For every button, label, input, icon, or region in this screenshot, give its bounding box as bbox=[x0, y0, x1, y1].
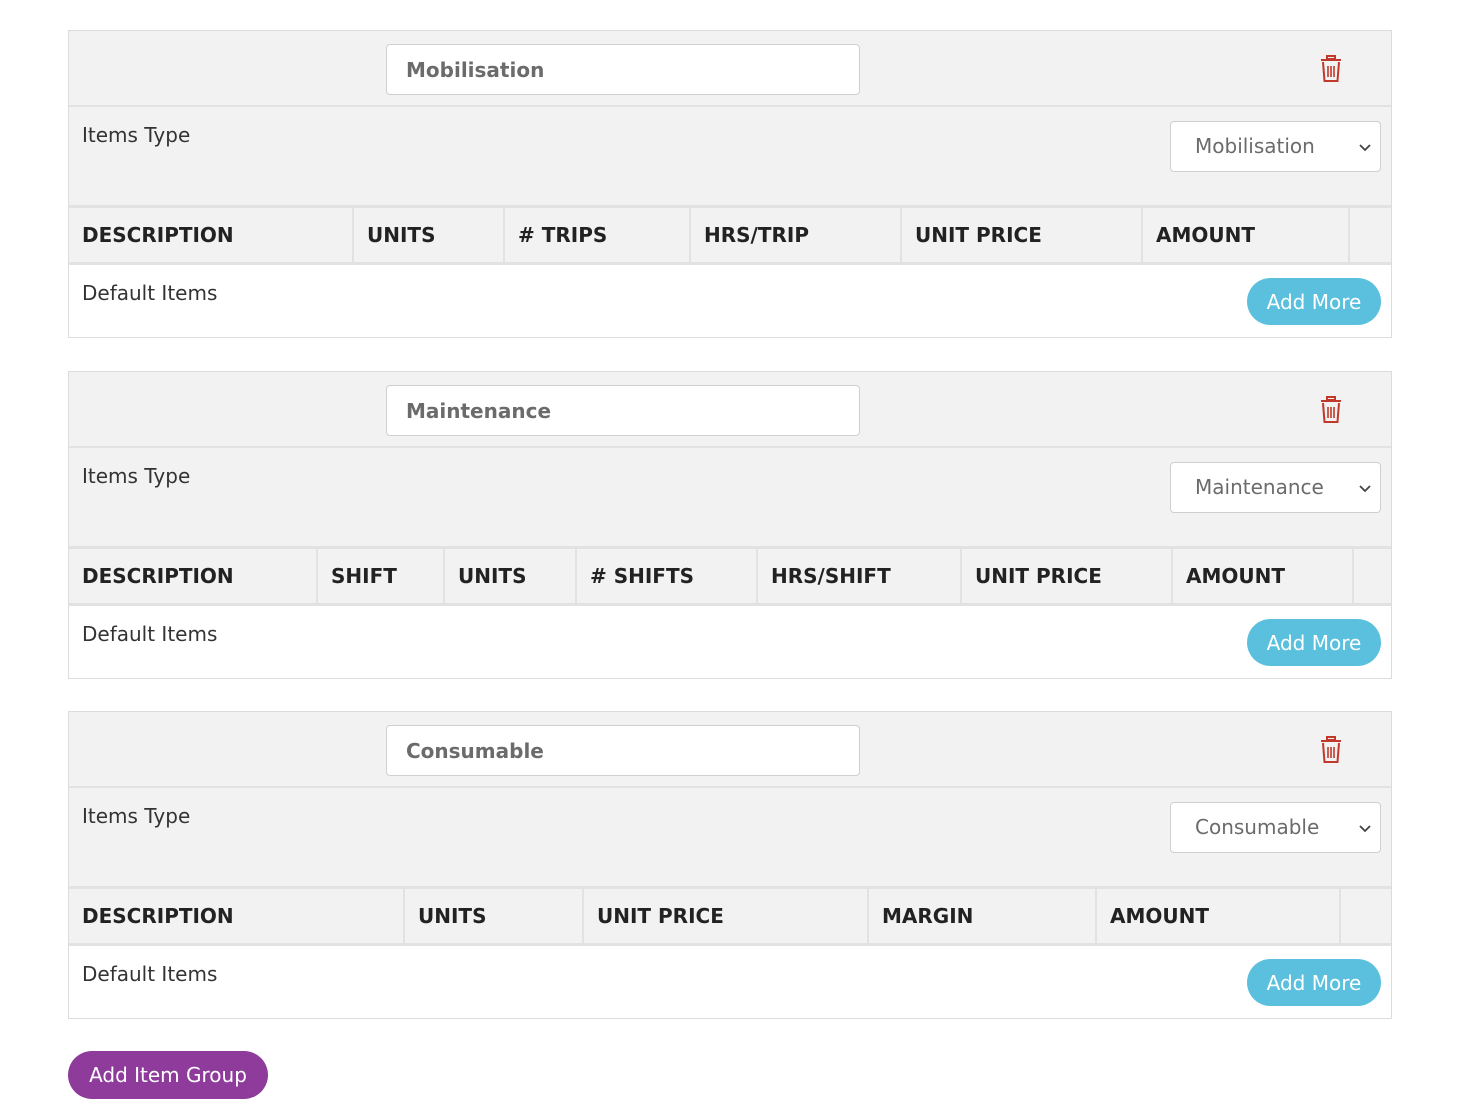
column-header-actions bbox=[1350, 208, 1391, 262]
trash-icon bbox=[1321, 396, 1341, 423]
items-type-label: Items Type bbox=[82, 804, 191, 828]
column-header-amount: AMOUNT bbox=[1097, 889, 1341, 943]
group-header bbox=[69, 372, 1391, 448]
item-group-consumable: Items Type Consumable DESCRIPTION UNITS … bbox=[68, 711, 1392, 1019]
add-more-button[interactable]: Add More bbox=[1247, 959, 1381, 1006]
items-type-label: Items Type bbox=[82, 464, 191, 488]
group-header bbox=[69, 712, 1391, 788]
column-header-margin: MARGIN bbox=[869, 889, 1097, 943]
items-type-row: Items Type Maintenance bbox=[69, 448, 1391, 549]
column-header-actions bbox=[1354, 549, 1391, 603]
items-type-select[interactable]: Mobilisation bbox=[1170, 121, 1381, 172]
trash-icon bbox=[1321, 736, 1341, 763]
column-header-row: DESCRIPTION UNITS UNIT PRICE MARGIN AMOU… bbox=[69, 889, 1391, 946]
column-header-units: UNITS bbox=[354, 208, 505, 262]
group-body: Default Items Add More bbox=[69, 265, 1391, 337]
group-name-input[interactable] bbox=[386, 44, 860, 95]
default-items-label: Default Items bbox=[82, 281, 218, 305]
column-header-description: DESCRIPTION bbox=[69, 889, 405, 943]
items-type-selected-value: Mobilisation bbox=[1195, 134, 1315, 158]
items-type-row: Items Type Mobilisation bbox=[69, 107, 1391, 208]
column-header-description: DESCRIPTION bbox=[69, 549, 318, 603]
column-header-unit-price: UNIT PRICE bbox=[962, 549, 1173, 603]
group-body: Default Items Add More bbox=[69, 946, 1391, 1018]
column-header-units: UNITS bbox=[445, 549, 577, 603]
column-header-unit-price: UNIT PRICE bbox=[584, 889, 869, 943]
items-type-select[interactable]: Consumable bbox=[1170, 802, 1381, 853]
column-header-hrs-trip: HRS/TRIP bbox=[691, 208, 902, 262]
item-group-mobilisation: Items Type Mobilisation DESCRIPTION UNIT… bbox=[68, 30, 1392, 338]
items-type-selected-value: Consumable bbox=[1195, 815, 1320, 839]
group-body: Default Items Add More bbox=[69, 606, 1391, 678]
chevron-down-icon bbox=[1359, 825, 1371, 833]
column-header-trips: # TRIPS bbox=[505, 208, 691, 262]
column-header-unit-price: UNIT PRICE bbox=[902, 208, 1143, 262]
column-header-hrs-shift: HRS/SHIFT bbox=[758, 549, 962, 603]
group-header bbox=[69, 31, 1391, 107]
default-items-label: Default Items bbox=[82, 622, 218, 646]
add-item-group-button[interactable]: Add Item Group bbox=[68, 1051, 268, 1099]
column-header-shifts: # SHIFTS bbox=[577, 549, 758, 603]
column-header-description: DESCRIPTION bbox=[69, 208, 354, 262]
delete-group-button[interactable] bbox=[1319, 396, 1343, 424]
chevron-down-icon bbox=[1359, 144, 1371, 152]
column-header-shift: SHIFT bbox=[318, 549, 445, 603]
chevron-down-icon bbox=[1359, 485, 1371, 493]
column-header-units: UNITS bbox=[405, 889, 584, 943]
column-header-amount: AMOUNT bbox=[1173, 549, 1354, 603]
default-items-label: Default Items bbox=[82, 962, 218, 986]
add-more-button[interactable]: Add More bbox=[1247, 619, 1381, 666]
column-header-amount: AMOUNT bbox=[1143, 208, 1350, 262]
delete-group-button[interactable] bbox=[1319, 736, 1343, 764]
items-type-row: Items Type Consumable bbox=[69, 788, 1391, 889]
add-more-button[interactable]: Add More bbox=[1247, 278, 1381, 325]
delete-group-button[interactable] bbox=[1319, 55, 1343, 83]
items-type-select[interactable]: Maintenance bbox=[1170, 462, 1381, 513]
item-group-maintenance: Items Type Maintenance DESCRIPTION SHIFT… bbox=[68, 371, 1392, 679]
items-type-selected-value: Maintenance bbox=[1195, 475, 1324, 499]
group-name-input[interactable] bbox=[386, 725, 860, 776]
items-type-label: Items Type bbox=[82, 123, 191, 147]
column-header-row: DESCRIPTION UNITS # TRIPS HRS/TRIP UNIT … bbox=[69, 208, 1391, 265]
column-header-row: DESCRIPTION SHIFT UNITS # SHIFTS HRS/SHI… bbox=[69, 549, 1391, 606]
trash-icon bbox=[1321, 55, 1341, 82]
group-name-input[interactable] bbox=[386, 385, 860, 436]
column-header-actions bbox=[1341, 889, 1391, 943]
